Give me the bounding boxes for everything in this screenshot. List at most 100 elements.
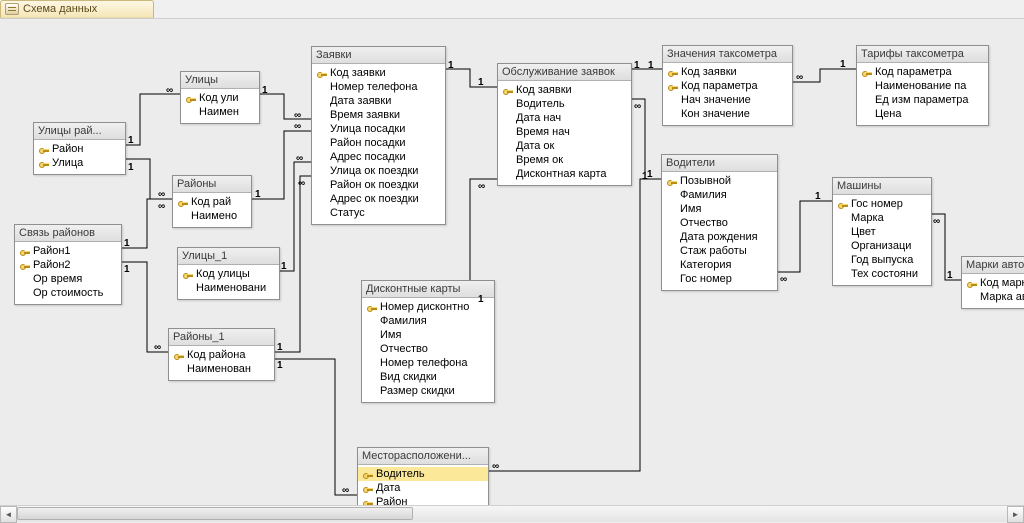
- table-title[interactable]: Водители: [662, 155, 777, 172]
- table-title[interactable]: Тарифы таксометра: [857, 46, 988, 63]
- table-rajony_1[interactable]: Районы_1 Код районаНаименован: [168, 328, 275, 381]
- field-row[interactable]: Ед изм параметра: [857, 93, 988, 107]
- field-row[interactable]: Код заявки: [663, 65, 792, 79]
- scroll-left-button[interactable]: ◄: [0, 506, 17, 523]
- scroll-thumb[interactable]: [17, 507, 413, 520]
- table-tarify[interactable]: Тарифы таксометра Код параметраНаименован…: [856, 45, 989, 126]
- field-row[interactable]: Наимено: [173, 209, 251, 223]
- field-row[interactable]: Номер телефона: [362, 356, 494, 370]
- field-row[interactable]: Дисконтная карта: [498, 167, 631, 181]
- table-title[interactable]: Дисконтные карты: [362, 281, 494, 298]
- field-row[interactable]: Дата ок: [498, 139, 631, 153]
- field-row[interactable]: Наименован: [169, 362, 274, 376]
- field-row[interactable]: Ор время: [15, 272, 121, 286]
- table-mesto[interactable]: Месторасположени...ВодительДатаРайон: [357, 447, 489, 514]
- field-row[interactable]: Время нач: [498, 125, 631, 139]
- table-ulicy_rajonov[interactable]: Улицы рай... РайонУлица: [33, 122, 126, 175]
- field-row[interactable]: Гос номер: [662, 272, 777, 286]
- field-row[interactable]: Район1: [15, 244, 121, 258]
- table-discount[interactable]: Дисконтные карты Номер дисконтноФамилияИм…: [361, 280, 495, 403]
- field-row[interactable]: Цвет: [833, 225, 931, 239]
- scroll-track[interactable]: [17, 506, 1007, 522]
- diagram-canvas[interactable]: Улицы рай... РайонУлица Связь районов Район…: [0, 18, 1024, 512]
- table-title[interactable]: Обслуживание заявок: [498, 64, 631, 81]
- table-znachenija[interactable]: Значения таксометра Код заявкиКод парамет…: [662, 45, 793, 126]
- field-row[interactable]: Марка: [833, 211, 931, 225]
- scroll-right-button[interactable]: ►: [1007, 506, 1024, 523]
- field-row[interactable]: Год выпуска: [833, 253, 931, 267]
- field-row[interactable]: Фамилия: [362, 314, 494, 328]
- field-row[interactable]: Дата заявки: [312, 94, 445, 108]
- window-tab[interactable]: Схема данных: [0, 0, 154, 18]
- field-row[interactable]: Код улицы: [178, 267, 279, 281]
- field-row[interactable]: Тех состояни: [833, 267, 931, 281]
- table-title[interactable]: Марки автомо: [962, 257, 1024, 274]
- table-title[interactable]: Месторасположени...: [358, 448, 488, 465]
- field-row[interactable]: Код параметра: [857, 65, 988, 79]
- field-row[interactable]: Стаж работы: [662, 244, 777, 258]
- field-row[interactable]: Наимен: [181, 105, 259, 119]
- table-title[interactable]: Заявки: [312, 47, 445, 64]
- field-row[interactable]: Дата нач: [498, 111, 631, 125]
- field-row[interactable]: Дата рождения: [662, 230, 777, 244]
- field-row[interactable]: Номер дисконтно: [362, 300, 494, 314]
- field-row[interactable]: Улица: [34, 156, 125, 170]
- table-title[interactable]: Улицы: [181, 72, 259, 89]
- field-row[interactable]: Организаци: [833, 239, 931, 253]
- table-svjaz_rajonov[interactable]: Связь районов Район1Район2Ор времяОр стои…: [14, 224, 122, 305]
- field-row[interactable]: Адрес ок поездки: [312, 192, 445, 206]
- field-row[interactable]: Адрес посадки: [312, 150, 445, 164]
- field-row[interactable]: Размер скидки: [362, 384, 494, 398]
- field-row[interactable]: Район: [34, 142, 125, 156]
- field-row[interactable]: Фамилия: [662, 188, 777, 202]
- field-row[interactable]: Кон значение: [663, 107, 792, 121]
- field-row[interactable]: Код заявки: [498, 83, 631, 97]
- field-row[interactable]: Имя: [362, 328, 494, 342]
- field-row[interactable]: Гос номер: [833, 197, 931, 211]
- field-row[interactable]: Цена: [857, 107, 988, 121]
- field-row[interactable]: Код рай: [173, 195, 251, 209]
- table-title[interactable]: Улицы_1: [178, 248, 279, 265]
- field-row[interactable]: Номер телефона: [312, 80, 445, 94]
- field-row[interactable]: Код заявки: [312, 66, 445, 80]
- field-row[interactable]: Код ули: [181, 91, 259, 105]
- field-row[interactable]: Марка авт: [962, 290, 1024, 304]
- table-obsluzh[interactable]: Обслуживание заявокКод заявкиВодительДат…: [497, 63, 632, 186]
- table-ulicy[interactable]: Улицы Код улиНаимен: [180, 71, 260, 124]
- table-zajavki[interactable]: Заявки Код заявкиНомер телефонаДата заявк…: [311, 46, 446, 225]
- field-row[interactable]: Вид скидки: [362, 370, 494, 384]
- table-mashiny[interactable]: Машины Гос номерМаркаЦветОрганизациГод вы…: [832, 177, 932, 286]
- field-row[interactable]: Позывной: [662, 174, 777, 188]
- table-ulicy_1[interactable]: Улицы_1 Код улицыНаименовани: [177, 247, 280, 300]
- field-row[interactable]: Улица посадки: [312, 122, 445, 136]
- table-rajony[interactable]: Районы Код райНаимено: [172, 175, 252, 228]
- table-title[interactable]: Улицы рай...: [34, 123, 125, 140]
- field-row[interactable]: Район ок поездки: [312, 178, 445, 192]
- field-row[interactable]: Код района: [169, 348, 274, 362]
- field-row[interactable]: Водитель: [358, 467, 488, 481]
- field-row[interactable]: Отчество: [362, 342, 494, 356]
- table-title[interactable]: Районы: [173, 176, 251, 193]
- field-row[interactable]: Имя: [662, 202, 777, 216]
- field-row[interactable]: Отчество: [662, 216, 777, 230]
- table-title[interactable]: Значения таксометра: [663, 46, 792, 63]
- field-row[interactable]: Время заявки: [312, 108, 445, 122]
- field-row[interactable]: Код параметра: [663, 79, 792, 93]
- field-row[interactable]: Код марки: [962, 276, 1024, 290]
- field-row[interactable]: Водитель: [498, 97, 631, 111]
- field-row[interactable]: Наименование па: [857, 79, 988, 93]
- field-row[interactable]: Категория: [662, 258, 777, 272]
- table-marki[interactable]: Марки автомо Код маркиМарка авт: [961, 256, 1024, 309]
- table-title[interactable]: Связь районов: [15, 225, 121, 242]
- field-row[interactable]: Время ок: [498, 153, 631, 167]
- field-row[interactable]: Ор стоимость: [15, 286, 121, 300]
- table-title[interactable]: Машины: [833, 178, 931, 195]
- table-title[interactable]: Районы_1: [169, 329, 274, 346]
- horizontal-scrollbar[interactable]: ◄ ►: [0, 505, 1024, 522]
- field-row[interactable]: Нач значение: [663, 93, 792, 107]
- field-row[interactable]: Улица ок поездки: [312, 164, 445, 178]
- field-row[interactable]: Район посадки: [312, 136, 445, 150]
- field-row[interactable]: Наименовани: [178, 281, 279, 295]
- field-row[interactable]: Район2: [15, 258, 121, 272]
- table-voditeli[interactable]: Водители ПозывнойФамилияИмяОтчествоДата р…: [661, 154, 778, 291]
